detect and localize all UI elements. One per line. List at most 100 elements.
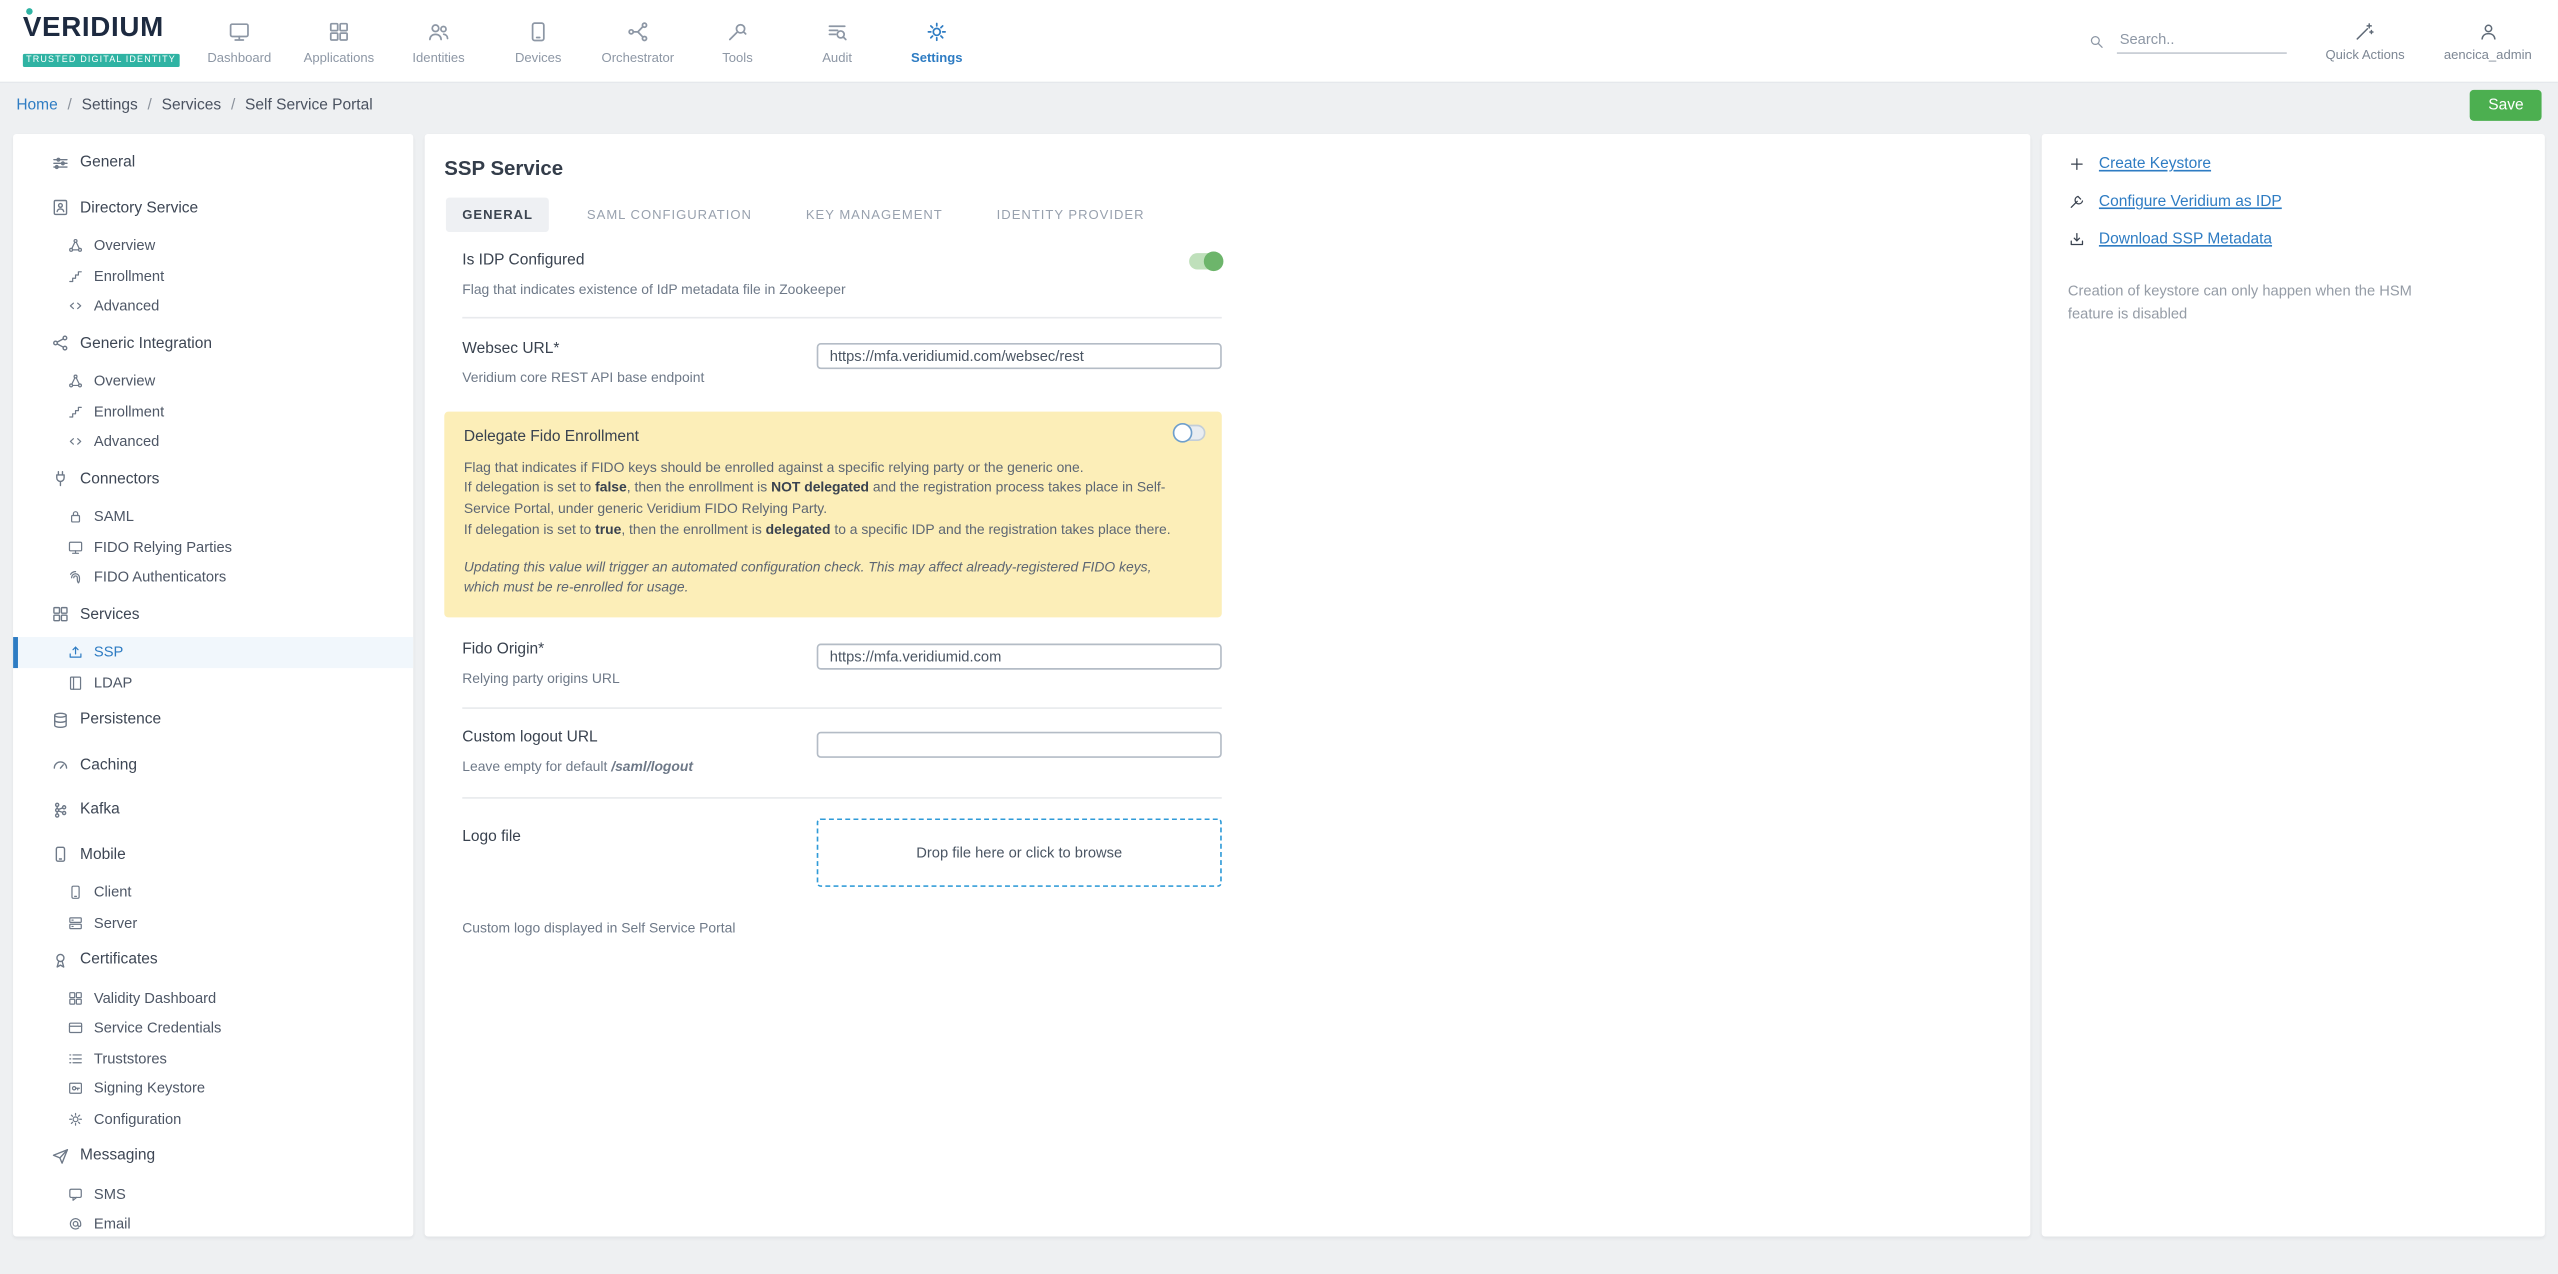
sidebar-item-truststores[interactable]: Truststores xyxy=(13,1043,413,1073)
sidebar-item-ssp[interactable]: SSP xyxy=(13,637,413,667)
brand-name: VERIDIUM xyxy=(23,12,177,40)
save-button[interactable]: Save xyxy=(2470,89,2541,120)
code-icon xyxy=(67,297,84,314)
sidebar-item-persistence[interactable]: Persistence xyxy=(13,697,413,742)
sidebar-item-server[interactable]: Server xyxy=(13,907,413,937)
sidebar-item-label: Directory Service xyxy=(80,199,198,217)
sidebar-item-advanced[interactable]: Advanced xyxy=(13,426,413,456)
top-bar-right: Quick Actions aencica_admin xyxy=(2087,20,2558,61)
breadcrumb-services[interactable]: Services xyxy=(162,96,222,114)
sidebar-item-mobile[interactable]: Mobile xyxy=(13,832,413,877)
user-icon xyxy=(2477,20,2498,41)
sidebar-item-service-credentials[interactable]: Service Credentials xyxy=(13,1013,413,1043)
nav-item-devices[interactable]: Devices xyxy=(488,16,588,65)
sidebar-item-kafka[interactable]: Kafka xyxy=(13,787,413,832)
sidebar-item-messaging[interactable]: Messaging xyxy=(13,1134,413,1179)
tab-general[interactable]: GENERAL xyxy=(446,198,549,232)
sidebar-item-ldap[interactable]: LDAP xyxy=(13,667,413,697)
nav-item-identities[interactable]: Identities xyxy=(389,16,489,65)
sidebar-item-client[interactable]: Client xyxy=(13,877,413,907)
sidebar-item-connectors[interactable]: Connectors xyxy=(13,457,413,502)
delegate-fido-toggle[interactable] xyxy=(1173,424,1206,440)
websec-url-description: Veridium core REST API base endpoint xyxy=(462,368,797,388)
tab-saml-configuration[interactable]: SAML CONFIGURATION xyxy=(571,198,769,232)
sidebar-item-directory-service[interactable]: Directory Service xyxy=(13,185,413,230)
brand-tagline: TRUSTED DIGITAL IDENTITY xyxy=(23,53,179,66)
username-label: aencica_admin xyxy=(2444,47,2532,62)
custom-logout-url-label: Custom logout URL xyxy=(462,729,797,747)
nav-item-label: Tools xyxy=(722,51,753,66)
action-link-configure-veridium-as-idp[interactable]: Configure Veridium as IDP xyxy=(2068,193,2519,211)
sidebar-item-certificates[interactable]: Certificates xyxy=(13,938,413,983)
tab-key-management[interactable]: KEY MANAGEMENT xyxy=(790,198,960,232)
nav-item-applications[interactable]: Applications xyxy=(289,16,389,65)
sidebar-item-fido-relying-parties[interactable]: FIDO Relying Parties xyxy=(13,532,413,562)
sidebar-item-validity-dashboard[interactable]: Validity Dashboard xyxy=(13,982,413,1012)
action-link-create-keystore[interactable]: Create Keystore xyxy=(2068,155,2519,173)
quick-actions-button[interactable]: Quick Actions xyxy=(2326,20,2405,61)
nav-item-tools[interactable]: Tools xyxy=(688,16,788,65)
sidebar-item-signing-keystore[interactable]: Signing Keystore xyxy=(13,1073,413,1103)
sidebar-item-overview[interactable]: Overview xyxy=(13,366,413,396)
search-icon xyxy=(2087,32,2105,50)
breadcrumb-home[interactable]: Home xyxy=(16,96,57,114)
sidebar-item-enrollment[interactable]: Enrollment xyxy=(13,396,413,426)
sidebar-item-label: Certificates xyxy=(80,951,158,969)
nav-item-label: Devices xyxy=(515,51,561,66)
nav-item-dashboard[interactable]: Dashboard xyxy=(189,16,289,65)
sidebar-item-label: Mobile xyxy=(80,846,126,864)
ssp-form: Is IDP Configured Flag that indicates ex… xyxy=(462,238,1222,935)
sidebar-item-label: Signing Keystore xyxy=(94,1080,205,1096)
plus-icon xyxy=(2068,155,2086,173)
sidebar-item-label: Messaging xyxy=(80,1147,155,1165)
logo-dropzone[interactable]: Drop file here or click to browse xyxy=(817,818,1222,887)
websec-url-input[interactable] xyxy=(817,344,1222,370)
sidebar-item-advanced[interactable]: Advanced xyxy=(13,291,413,321)
sidebar-item-fido-authenticators[interactable]: FIDO Authenticators xyxy=(13,562,413,592)
page-title: SSP Service xyxy=(444,157,2030,180)
sidebar-item-configuration[interactable]: Configuration xyxy=(13,1103,413,1133)
at-icon xyxy=(67,1215,84,1232)
sidebar-item-overview[interactable]: Overview xyxy=(13,230,413,260)
sidebar-item-caching[interactable]: Caching xyxy=(13,742,413,787)
sidebar-item-sms[interactable]: SMS xyxy=(13,1178,413,1208)
sidebar-item-generic-integration[interactable]: Generic Integration xyxy=(13,321,413,366)
nav-item-label: Applications xyxy=(304,51,374,66)
sidebar-item-enrollment[interactable]: Enrollment xyxy=(13,261,413,291)
delegate-fido-enrollment-box: Delegate Fido Enrollment Flag that indic… xyxy=(444,411,1221,618)
sidebar-item-label: Advanced xyxy=(94,298,159,314)
grid-icon xyxy=(67,989,84,1006)
dashboard-icon xyxy=(227,20,252,45)
breadcrumb-current-page: Self Service Portal xyxy=(245,96,373,114)
breadcrumb-settings[interactable]: Settings xyxy=(82,96,138,114)
network-icon xyxy=(67,237,84,254)
sidebar-item-general[interactable]: General xyxy=(13,140,413,185)
sidebar-item-label: Caching xyxy=(80,756,137,774)
sidebar-item-label: FIDO Authenticators xyxy=(94,569,226,585)
custom-logout-url-input[interactable] xyxy=(817,732,1222,758)
sidebar-item-label: Email xyxy=(94,1216,131,1232)
sidebar-item-saml[interactable]: SAML xyxy=(13,501,413,531)
fido-origin-input[interactable] xyxy=(817,644,1222,670)
settings-icon xyxy=(67,1110,84,1127)
lock-icon xyxy=(67,508,84,525)
app-root: VERIDIUM TRUSTED DIGITAL IDENTITY Dashbo… xyxy=(0,0,2558,1274)
list-icon xyxy=(67,1049,84,1066)
tab-identity-provider[interactable]: IDENTITY PROVIDER xyxy=(980,198,1161,232)
delegate-fido-warning: Updating this value will trigger an auto… xyxy=(464,556,1178,598)
action-link-download-ssp-metadata[interactable]: Download SSP Metadata xyxy=(2068,230,2519,248)
nav-item-audit[interactable]: Audit xyxy=(787,16,887,65)
nav-item-orchestrator[interactable]: Orchestrator xyxy=(588,16,688,65)
certificate-icon xyxy=(51,950,71,970)
database-icon xyxy=(51,710,71,730)
sliders-icon xyxy=(51,153,71,173)
nav-item-settings[interactable]: Settings xyxy=(887,16,987,65)
user-menu[interactable]: aencica_admin xyxy=(2444,20,2532,61)
sidebar-item-services[interactable]: Services xyxy=(13,592,413,637)
search-input[interactable] xyxy=(2116,28,2286,54)
phone-icon xyxy=(51,845,71,865)
is-idp-toggle[interactable] xyxy=(1189,252,1222,268)
nav-item-label: Identities xyxy=(412,51,464,66)
sidebar-item-email[interactable]: Email xyxy=(13,1209,413,1237)
applications-icon xyxy=(327,20,352,45)
